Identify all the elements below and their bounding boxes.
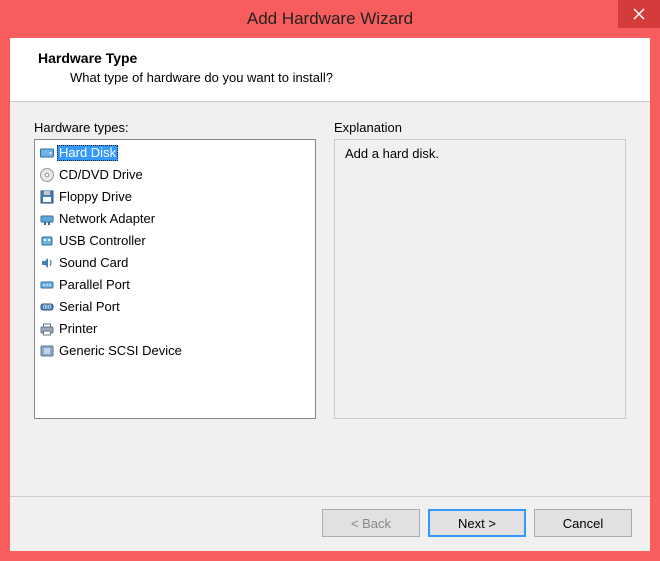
cd-dvd-icon: [39, 167, 55, 183]
titlebar: Add Hardware Wizard: [0, 0, 660, 38]
window-body: Hardware Type What type of hardware do y…: [0, 38, 660, 561]
list-item-label: Network Adapter: [57, 211, 157, 227]
list-item[interactable]: Network Adapter: [35, 208, 315, 230]
hard-disk-icon: [39, 145, 55, 161]
list-item-label: Floppy Drive: [57, 189, 134, 205]
next-button[interactable]: Next >: [428, 509, 526, 537]
usb-icon: [39, 233, 55, 249]
list-item[interactable]: 0I0 Serial Port: [35, 296, 315, 318]
printer-icon: [39, 321, 55, 337]
list-item-label: Hard Disk: [57, 145, 118, 161]
list-item[interactable]: Floppy Drive: [35, 186, 315, 208]
page-title: Hardware Type: [38, 50, 630, 66]
content-area: Hardware types: Hard Disk CD/DVD Drive Flo…: [10, 102, 650, 478]
back-button[interactable]: < Back: [322, 509, 420, 537]
list-item[interactable]: USB Controller: [35, 230, 315, 252]
sound-icon: [39, 255, 55, 271]
footer-separator: [10, 496, 650, 497]
list-item-label: CD/DVD Drive: [57, 167, 145, 183]
network-icon: [39, 211, 55, 227]
list-item[interactable]: Printer: [35, 318, 315, 340]
list-item-label: Generic SCSI Device: [57, 343, 184, 359]
parallel-icon: [39, 277, 55, 293]
list-item[interactable]: Sound Card: [35, 252, 315, 274]
floppy-icon: [39, 189, 55, 205]
close-icon: [633, 8, 645, 20]
close-button[interactable]: [618, 0, 660, 28]
explanation-column: Explanation Add a hard disk.: [334, 120, 626, 478]
list-item[interactable]: Generic SCSI Device: [35, 340, 315, 362]
list-item[interactable]: CD/DVD Drive: [35, 164, 315, 186]
explanation-box: Add a hard disk.: [334, 139, 626, 419]
list-item-label: Serial Port: [57, 299, 122, 315]
page-subtitle: What type of hardware do you want to ins…: [70, 70, 630, 85]
explanation-label: Explanation: [334, 120, 626, 135]
footer-buttons: < Back Next > Cancel: [10, 509, 650, 551]
wizard-header: Hardware Type What type of hardware do y…: [10, 38, 650, 102]
list-item-label: Parallel Port: [57, 277, 132, 293]
cancel-button[interactable]: Cancel: [534, 509, 632, 537]
hardware-types-column: Hardware types: Hard Disk CD/DVD Drive Flo…: [34, 120, 316, 478]
list-item-label: USB Controller: [57, 233, 148, 249]
window-title: Add Hardware Wizard: [247, 9, 413, 29]
hardware-types-listbox[interactable]: Hard Disk CD/DVD Drive Floppy Drive Network…: [34, 139, 316, 419]
list-item[interactable]: Hard Disk: [35, 142, 315, 164]
serial-icon: 0I0: [39, 299, 55, 315]
list-item-label: Sound Card: [57, 255, 130, 271]
explanation-text: Add a hard disk.: [345, 146, 439, 161]
scsi-icon: [39, 343, 55, 359]
hardware-types-label: Hardware types:: [34, 120, 316, 135]
list-item[interactable]: Parallel Port: [35, 274, 315, 296]
list-item-label: Printer: [57, 321, 99, 337]
svg-text:0I0: 0I0: [43, 305, 52, 311]
